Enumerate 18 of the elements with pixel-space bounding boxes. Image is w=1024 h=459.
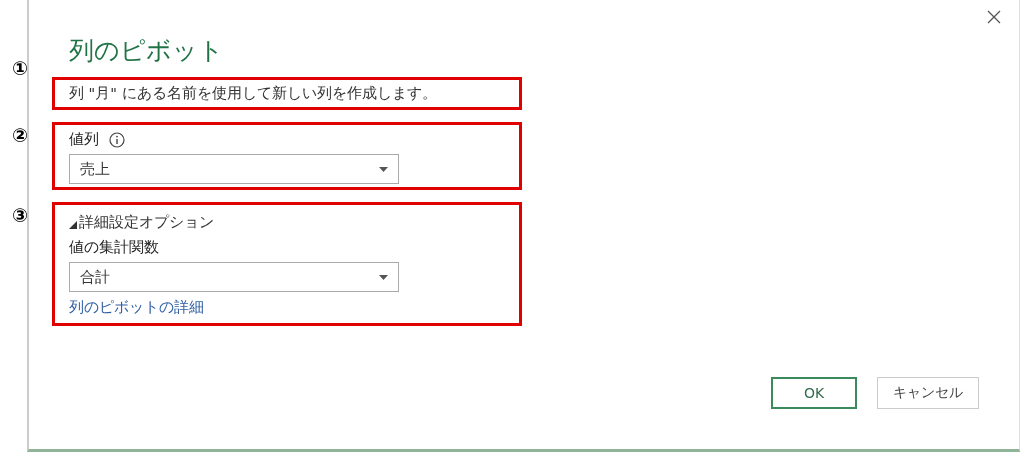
- field-label: 値列: [69, 130, 99, 149]
- description-text: 列 "月" にある名前を使用して新しい列を作成します。: [69, 84, 438, 103]
- ok-button[interactable]: OK: [771, 377, 857, 409]
- annotation-number: ①: [12, 59, 29, 78]
- info-icon: [109, 131, 125, 148]
- close-icon[interactable]: [987, 10, 1001, 24]
- annotation-number: ②: [12, 126, 29, 145]
- field-label: 値の集計関数: [69, 238, 160, 257]
- cancel-button[interactable]: キャンセル: [877, 377, 979, 409]
- dropdown-field[interactable]: 売上: [69, 154, 399, 184]
- annotation-number: ③: [12, 206, 29, 225]
- help-link[interactable]: 列のピボットの詳細: [69, 298, 505, 317]
- triangle-icon: [69, 220, 77, 229]
- caret-icon: [379, 167, 388, 172]
- dialog-title: 列のピボット: [69, 35, 225, 67]
- expander-toggle[interactable]: 詳細設定オプション: [69, 213, 505, 232]
- caret-icon: [379, 275, 388, 280]
- dropdown-field[interactable]: 合計: [69, 262, 399, 292]
